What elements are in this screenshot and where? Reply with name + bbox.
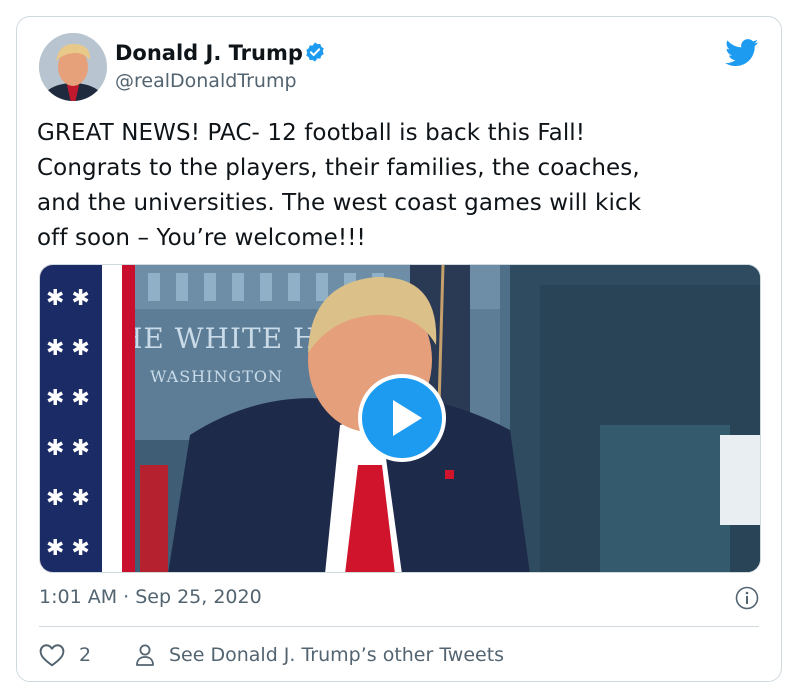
twitter-bird-icon[interactable]	[725, 39, 759, 67]
play-button[interactable]	[358, 374, 446, 462]
see-other-tweets-link[interactable]: See Donald J. Trump’s other Tweets	[135, 641, 504, 669]
tweet-card: Donald J. Trump @realDonaldTrump GREAT N…	[16, 16, 782, 682]
info-icon[interactable]	[735, 586, 759, 610]
verified-badge-icon	[306, 42, 324, 62]
svg-text:✱ ✱: ✱ ✱	[46, 386, 90, 411]
like-count: 2	[79, 644, 92, 666]
author-handle[interactable]: @realDonaldTrump	[115, 68, 297, 94]
avatar-image	[39, 33, 107, 101]
avatar[interactable]	[39, 33, 107, 101]
person-icon	[136, 644, 154, 666]
video-player[interactable]: HE WHITE HO WASHINGTON ✱ ✱ ✱ ✱ ✱ ✱ ✱ ✱ ✱…	[39, 264, 761, 573]
tweet-text: GREAT NEWS! PAC- 12 football is back thi…	[37, 120, 642, 251]
svg-text:✱ ✱: ✱ ✱	[46, 486, 90, 511]
like-button[interactable]: 2	[39, 641, 91, 669]
see-other-tweets-label: See Donald J. Trump’s other Tweets	[169, 644, 505, 666]
svg-text:✱ ✱: ✱ ✱	[46, 336, 90, 361]
divider	[39, 626, 759, 627]
svg-text:✱ ✱: ✱ ✱	[46, 536, 90, 561]
tweet-timestamp[interactable]: 1:01 AM · Sep 25, 2020	[39, 584, 262, 610]
heart-icon	[39, 644, 65, 667]
svg-text:✱ ✱: ✱ ✱	[46, 436, 90, 461]
sign-text-line2: WASHINGTON	[150, 367, 283, 386]
author-name[interactable]: Donald J. Trump	[115, 39, 303, 67]
svg-text:✱ ✱: ✱ ✱	[46, 286, 90, 311]
play-icon	[393, 400, 422, 436]
